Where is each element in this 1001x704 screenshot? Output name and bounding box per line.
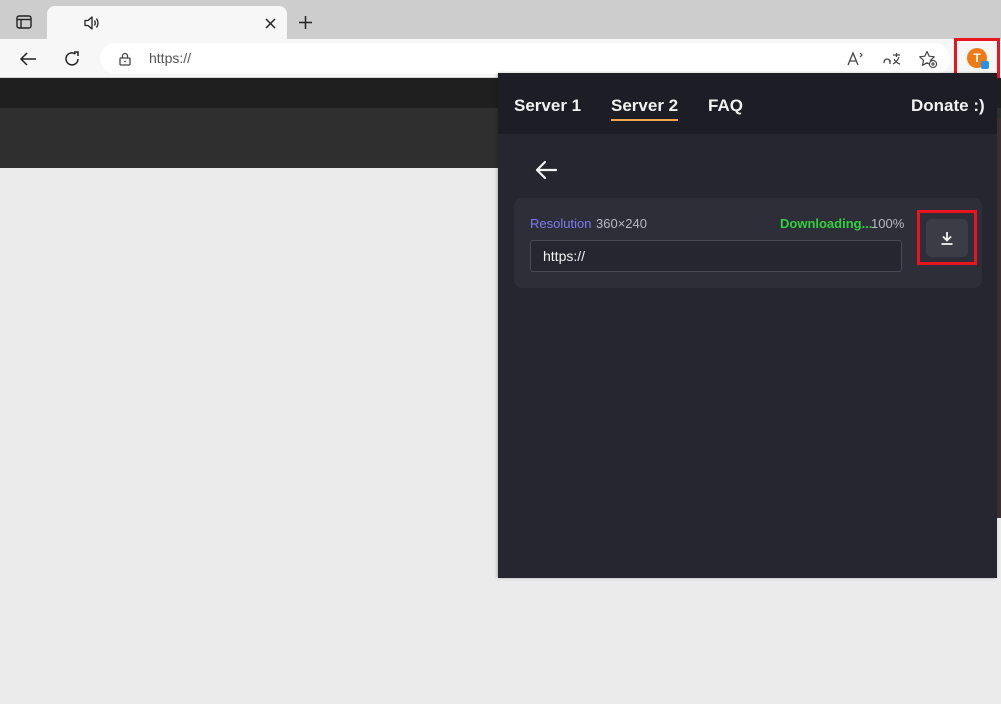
refresh-icon xyxy=(65,51,79,66)
tab-audio-button[interactable] xyxy=(81,12,103,34)
address-url-text: https:// xyxy=(149,50,192,66)
download-button[interactable] xyxy=(926,218,968,257)
back-arrow-icon xyxy=(19,52,36,66)
tab-actions-icon xyxy=(16,15,32,29)
resolution-value: 360×240 xyxy=(596,216,647,231)
close-icon xyxy=(264,17,276,29)
download-url-field[interactable]: https:// xyxy=(530,240,902,272)
back-arrow-icon xyxy=(535,160,558,180)
resolution-label: Resolution xyxy=(530,216,592,231)
plus-icon xyxy=(298,15,312,29)
new-tab-button[interactable] xyxy=(292,9,318,35)
browser-tab[interactable] xyxy=(47,6,287,39)
add-favorite-button[interactable] xyxy=(917,48,939,70)
nav-server-1[interactable]: Server 1 xyxy=(514,96,581,116)
extension-button[interactable]: T xyxy=(954,38,1000,78)
back-button[interactable] xyxy=(13,44,43,74)
address-bar[interactable]: https:// xyxy=(100,43,950,74)
nav-server-2[interactable]: Server 2 xyxy=(611,96,679,121)
popup-back-button[interactable] xyxy=(528,155,564,185)
tab-actions-button[interactable] xyxy=(8,8,40,36)
add-favorite-icon xyxy=(919,50,938,68)
refresh-button[interactable] xyxy=(57,44,87,74)
popup-nav: Server 1 Server 2 FAQ Donate :) xyxy=(498,73,997,134)
download-progress: 100% xyxy=(871,216,905,231)
download-item-card: Resolution 360×240 Downloading... 100% h… xyxy=(514,198,982,288)
read-aloud-icon xyxy=(847,51,863,66)
tab-close-button[interactable] xyxy=(259,12,281,34)
download-icon xyxy=(941,231,953,245)
tab-strip xyxy=(0,0,1001,39)
read-aloud-button[interactable] xyxy=(845,48,867,70)
speaker-icon xyxy=(84,16,99,30)
nav-donate[interactable]: Donate :) xyxy=(911,96,985,116)
extension-popup: Server 1 Server 2 FAQ Donate :) Resoluti… xyxy=(498,73,997,578)
translate-icon xyxy=(883,53,901,65)
extension-logo-icon: T xyxy=(967,48,989,69)
download-button-highlight xyxy=(917,210,977,265)
translate-button[interactable] xyxy=(881,48,903,70)
nav-faq[interactable]: FAQ xyxy=(708,96,743,116)
lock-icon[interactable] xyxy=(118,51,132,66)
download-status: Downloading... xyxy=(780,216,873,231)
